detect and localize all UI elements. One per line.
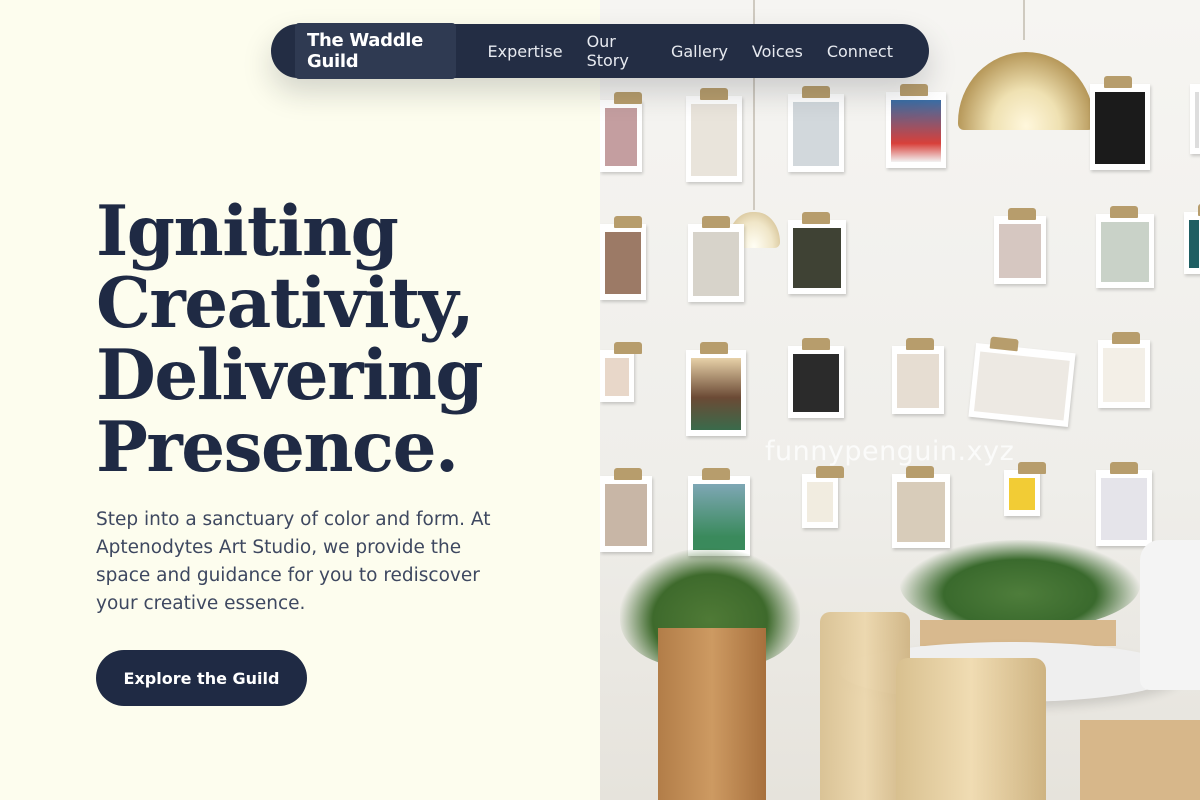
headline-line: Igniting xyxy=(96,191,399,272)
nav-link-connect[interactable]: Connect xyxy=(827,42,893,61)
headline-line: Delivering xyxy=(96,335,484,416)
top-navigation: The Waddle Guild Expertise Our Story Gal… xyxy=(271,23,929,79)
hero-left-panel: Igniting Creativity, Delivering Presence… xyxy=(0,0,600,800)
brand-logo[interactable]: The Waddle Guild xyxy=(295,23,456,79)
plant-icon xyxy=(900,540,1140,630)
hero-photo: funnypenguin.xyz xyxy=(600,0,1200,800)
nav-link-gallery[interactable]: Gallery xyxy=(671,42,728,61)
headline-line: Presence. xyxy=(96,407,459,488)
nav-link-our-story[interactable]: Our Story xyxy=(587,32,647,70)
nav-link-expertise[interactable]: Expertise xyxy=(488,42,563,61)
pendant-lamp-icon xyxy=(958,52,1094,130)
headline-line: Creativity, xyxy=(96,263,475,344)
nav-link-voices[interactable]: Voices xyxy=(752,42,803,61)
watermark-text: funnypenguin.xyz xyxy=(765,436,1015,467)
hero-subtext: Step into a sanctuary of color and form.… xyxy=(96,509,491,614)
explore-guild-button[interactable]: Explore the Guild xyxy=(96,650,307,706)
hero-headline: Igniting Creativity, Delivering Presence… xyxy=(96,196,576,484)
